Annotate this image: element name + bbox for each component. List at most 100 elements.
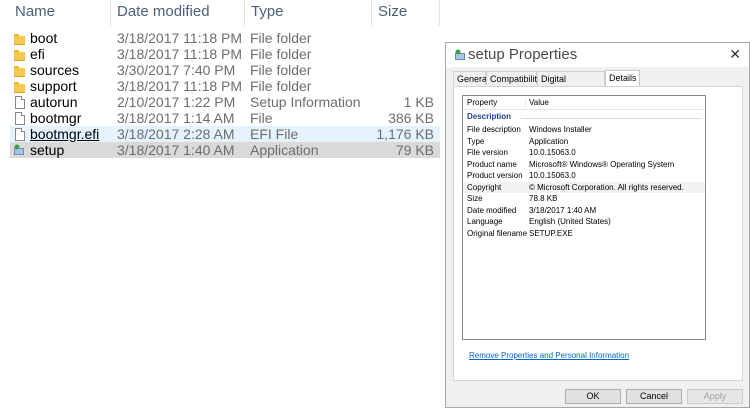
folder-icon bbox=[14, 34, 25, 45]
file-size: 386 KB bbox=[388, 110, 434, 126]
property-name: Copyright bbox=[467, 182, 502, 192]
property-value: Application bbox=[529, 136, 569, 146]
section-heading-description: Description bbox=[467, 112, 512, 121]
property-row[interactable]: Size 78.8 KB bbox=[463, 193, 705, 205]
file-row-sources[interactable]: sources 3/30/2017 7:40 PM File folder bbox=[10, 62, 440, 78]
property-value: SETUP.EXE bbox=[529, 228, 573, 238]
property-name: Original filename bbox=[467, 228, 528, 238]
column-header-size[interactable]: Size bbox=[373, 0, 440, 26]
property-row[interactable]: Type Application bbox=[463, 136, 705, 148]
property-row[interactable]: Product version 10.0.15063.0 bbox=[463, 170, 705, 182]
file-type: File folder bbox=[250, 30, 312, 46]
column-divider bbox=[525, 98, 526, 108]
ok-button[interactable]: OK bbox=[565, 389, 621, 404]
tab-details[interactable]: Details bbox=[605, 70, 640, 86]
column-header-property[interactable]: Property bbox=[467, 96, 497, 109]
property-value: Windows Installer bbox=[529, 125, 592, 134]
column-header-type[interactable]: Type bbox=[246, 0, 372, 26]
details-grid[interactable]: Property Value Description File descript… bbox=[462, 95, 706, 340]
property-row[interactable]: Copyright © Microsoft Corporation. All ri… bbox=[463, 181, 705, 193]
property-row[interactable]: Language English (United States) bbox=[463, 216, 705, 228]
property-row[interactable]: Original filename SETUP.EXE bbox=[463, 228, 705, 240]
file-row-bootmgr-efi[interactable]: bootmgr.efi 3/18/2017 2:28 AM EFI File 1… bbox=[10, 126, 440, 142]
file-name: support bbox=[30, 78, 77, 94]
column-header-name[interactable]: Name bbox=[10, 0, 111, 26]
file-type: File bbox=[250, 110, 273, 126]
file-type: EFI File bbox=[250, 126, 299, 142]
grid-header: Property Value bbox=[463, 96, 705, 110]
column-header-date-modified[interactable]: Date modified bbox=[112, 0, 245, 26]
property-name: Type bbox=[467, 136, 485, 146]
file-name: sources bbox=[30, 62, 80, 78]
properties-dialog: setup Properties ✕ General Compatibility… bbox=[445, 42, 750, 408]
property-name: Size bbox=[467, 194, 483, 203]
folder-icon bbox=[14, 66, 25, 77]
details-panel: Property Value Description File descript… bbox=[453, 86, 743, 381]
file-row-support[interactable]: support 3/18/2017 11:18 PM File folder bbox=[10, 78, 440, 94]
file-type: File folder bbox=[250, 62, 312, 78]
file-type: File folder bbox=[250, 78, 312, 94]
file-date: 3/18/2017 11:18 PM bbox=[117, 30, 243, 46]
setup-app-icon bbox=[14, 144, 24, 155]
property-name: Date modified bbox=[467, 205, 517, 215]
file-date: 2/10/2017 1:22 PM bbox=[117, 94, 236, 110]
file-name: boot bbox=[30, 30, 58, 46]
file-name: bootmgr.efi bbox=[30, 126, 100, 142]
property-row[interactable]: Product name Microsoft® Windows® Operatin… bbox=[463, 159, 705, 171]
file-name: autorun bbox=[30, 94, 78, 110]
file-date: 3/18/2017 2:28 AM bbox=[117, 126, 235, 142]
tab-digital-signatures[interactable]: Digital Signatures bbox=[537, 71, 605, 98]
property-name: File version bbox=[467, 148, 508, 157]
property-value: © Microsoft Corporation. All rights rese… bbox=[529, 182, 684, 192]
property-name: Language bbox=[467, 217, 503, 226]
file-size: 79 KB bbox=[395, 142, 434, 158]
file-row-setup[interactable]: setup 3/18/2017 1:40 AM Application 79 K… bbox=[10, 142, 440, 158]
file-size: 1,176 KB bbox=[376, 126, 434, 142]
property-list: File description Windows Installer Type Ap… bbox=[463, 124, 705, 239]
tab-general[interactable]: General bbox=[453, 71, 489, 85]
file-name: setup bbox=[30, 142, 65, 158]
tab-compatibility[interactable]: Compatibility bbox=[486, 71, 542, 85]
apply-button[interactable]: Apply bbox=[687, 389, 743, 404]
property-row[interactable]: Date modified 3/18/2017 1:40 AM bbox=[463, 205, 705, 217]
setup-app-icon bbox=[455, 49, 465, 60]
column-header-value[interactable]: Value bbox=[529, 96, 549, 109]
property-value: Microsoft® Windows® Operating System bbox=[529, 159, 675, 169]
property-name: Product version bbox=[467, 171, 523, 180]
file-date: 3/18/2017 1:40 AM bbox=[117, 142, 235, 158]
file-date: 3/30/2017 7:40 PM bbox=[117, 62, 236, 78]
property-name: File description bbox=[467, 125, 521, 134]
dialog-title: setup Properties bbox=[468, 46, 578, 63]
property-value: 10.0.15063.0 bbox=[529, 148, 576, 157]
property-name: Product name bbox=[467, 159, 517, 169]
file-icon bbox=[15, 128, 25, 141]
file-type: Application bbox=[250, 142, 319, 158]
folder-icon bbox=[14, 50, 25, 61]
file-row-autorun[interactable]: autorun 2/10/2017 1:22 PM Setup Informat… bbox=[10, 94, 440, 110]
property-value: English (United States) bbox=[529, 217, 611, 226]
file-name: bootmgr bbox=[30, 110, 82, 126]
file-name: efi bbox=[30, 46, 45, 62]
file-date: 3/18/2017 11:18 PM bbox=[117, 78, 243, 94]
section-divider bbox=[521, 118, 701, 119]
dialog-title-bar[interactable]: setup Properties ✕ bbox=[446, 43, 749, 67]
property-value: 10.0.15063.0 bbox=[529, 171, 576, 180]
setup-info-icon bbox=[15, 96, 25, 109]
property-value: 3/18/2017 1:40 AM bbox=[529, 205, 597, 215]
file-row-efi[interactable]: efi 3/18/2017 11:18 PM File folder bbox=[10, 46, 440, 62]
file-row-boot[interactable]: boot 3/18/2017 11:18 PM File folder bbox=[10, 30, 440, 46]
file-list: boot 3/18/2017 11:18 PM File folder efi … bbox=[10, 30, 440, 158]
file-icon bbox=[15, 112, 25, 125]
cancel-button[interactable]: Cancel bbox=[626, 389, 682, 404]
file-size: 1 KB bbox=[403, 94, 434, 110]
file-type: File folder bbox=[250, 46, 312, 62]
file-date: 3/18/2017 11:18 PM bbox=[117, 46, 243, 62]
property-row[interactable]: File description Windows Installer bbox=[463, 124, 705, 136]
remove-properties-link[interactable]: Remove Properties and Personal Informati… bbox=[469, 351, 629, 360]
file-type: Setup Information bbox=[250, 94, 361, 110]
close-icon[interactable]: ✕ bbox=[729, 46, 741, 63]
property-row[interactable]: File version 10.0.15063.0 bbox=[463, 147, 705, 159]
file-date: 3/18/2017 1:14 AM bbox=[117, 110, 235, 126]
file-row-bootmgr[interactable]: bootmgr 3/18/2017 1:14 AM File 386 KB bbox=[10, 110, 440, 126]
folder-icon bbox=[14, 82, 25, 93]
